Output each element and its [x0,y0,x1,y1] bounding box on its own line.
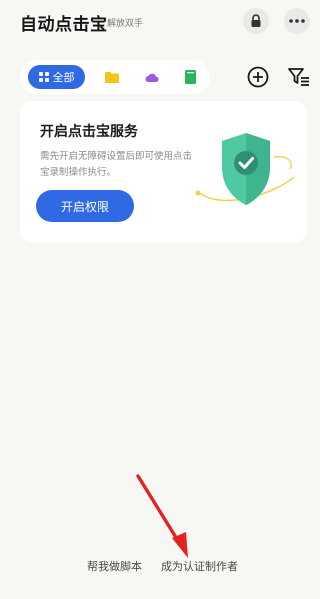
service-card-description: 需先开启无障碍设置后即可使用点击宝录制操作执行。 [40,151,193,178]
book-icon [184,70,196,84]
more-button[interactable] [284,8,310,34]
category-tabs: 全部 [20,60,210,94]
grid-icon [38,72,49,82]
tab-all-label: 全部 [52,71,75,84]
lock-button[interactable] [243,8,269,34]
tab-book[interactable] [178,65,202,89]
service-card: 开启点击宝服务 需先开启无障碍设置后即可使用点击宝录制操作执行。 开启权限 [20,101,307,242]
more-icon [289,19,305,23]
enable-permission-button[interactable]: 开启权限 [36,190,134,222]
filter-icon [288,68,309,86]
plus-circle-icon [247,66,269,88]
folder-icon [105,72,119,83]
app-subtitle: 解放双手 [107,19,144,29]
tab-folder[interactable] [100,65,124,89]
filter-button[interactable] [286,64,312,90]
add-button[interactable] [245,64,271,90]
app-header: 自动点击宝 解放双手 [0,0,320,44]
tab-cloud[interactable] [140,65,164,89]
tab-all[interactable]: 全部 [28,65,85,89]
shield-check-icon [195,133,295,205]
annotation-arrow-icon [136,474,188,558]
lock-icon [251,14,261,27]
cloud-icon [145,73,159,82]
app-title: 自动点击宝 [20,15,108,35]
service-card-title: 开启点击宝服务 [40,124,138,140]
